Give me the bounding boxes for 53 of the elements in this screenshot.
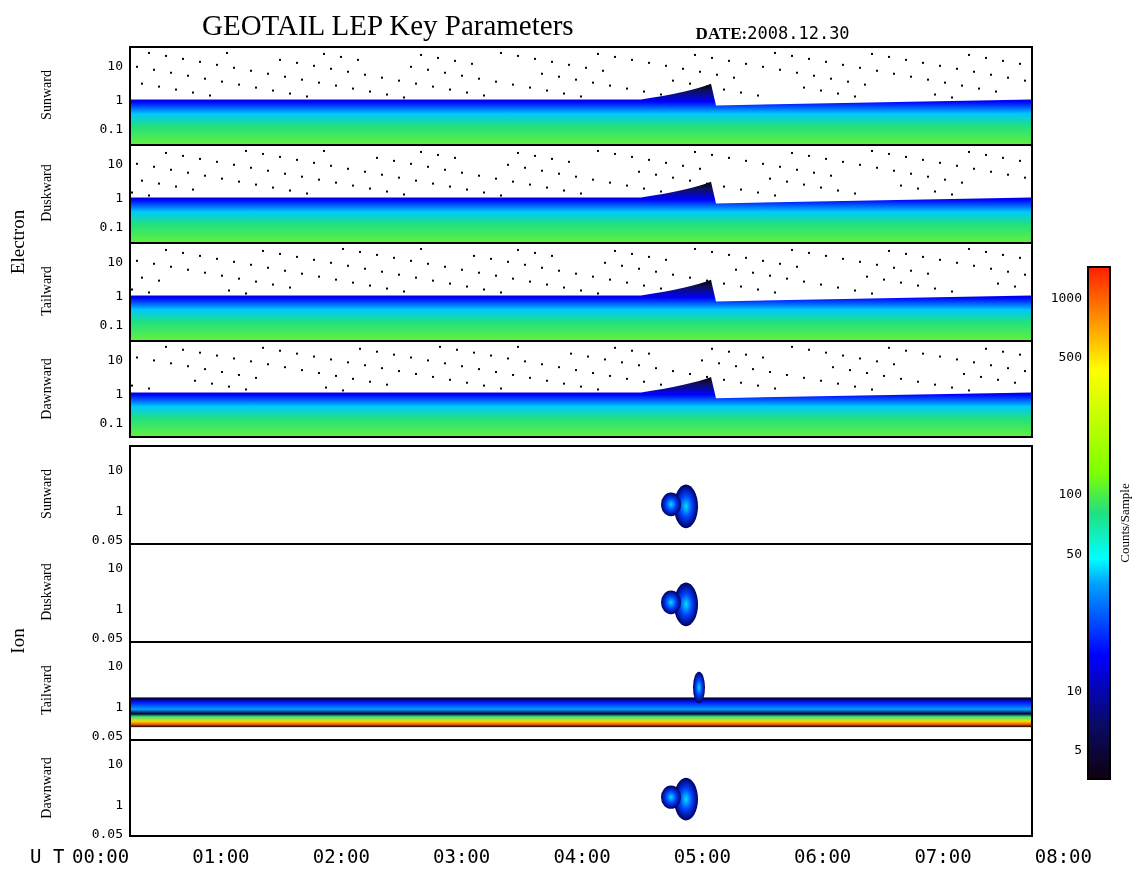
y-tick-label: 1 bbox=[115, 503, 123, 518]
y-tick-label: 0.1 bbox=[99, 416, 123, 431]
x-tick-label: 07:00 bbox=[914, 845, 972, 867]
direction-label: Tailward bbox=[39, 266, 55, 316]
y-tick-label: 0.05 bbox=[91, 729, 123, 744]
y-tick-label: 10 bbox=[107, 463, 123, 478]
colorbar-tick-label: 10 bbox=[1066, 683, 1082, 698]
y-tick-label: 10 bbox=[107, 561, 123, 576]
y-tick-label: 0.1 bbox=[99, 122, 123, 137]
y-tick-label: 10 bbox=[107, 352, 123, 367]
group-label: Electron bbox=[7, 209, 29, 275]
direction-label: Dawnward bbox=[39, 358, 55, 420]
x-tick-label: 03:00 bbox=[433, 845, 491, 867]
x-tick-label: 00:00 bbox=[72, 845, 130, 867]
colorbar-tick-label: 50 bbox=[1066, 546, 1082, 561]
colorbar-label: Counts/Sample bbox=[1117, 483, 1133, 563]
y-tick-label: 1 bbox=[115, 699, 123, 714]
x-tick-label: 02:00 bbox=[312, 845, 370, 867]
direction-label: Sunward bbox=[39, 469, 55, 519]
y-tick-label: 0.05 bbox=[91, 631, 123, 646]
colorbar-tick-label: 100 bbox=[1058, 487, 1082, 502]
y-tick-label: 1 bbox=[115, 797, 123, 812]
y-tick-label: 0.1 bbox=[99, 220, 123, 235]
date-label: DATE:2008.12.30 bbox=[695, 23, 850, 44]
x-tick-label: 08:00 bbox=[1034, 845, 1092, 867]
group-label: Ion bbox=[7, 628, 29, 654]
x-tick-label: 05:00 bbox=[673, 845, 731, 867]
colorbar-tick-label: 5 bbox=[1074, 743, 1082, 758]
direction-label: Tailward bbox=[39, 665, 55, 715]
chart-title: GEOTAIL LEP Key Parameters bbox=[202, 8, 574, 42]
x-tick-label: 01:00 bbox=[192, 845, 250, 867]
y-tick-label: 1 bbox=[115, 601, 123, 616]
y-tick-label: 10 bbox=[107, 254, 123, 269]
x-axis-label: U T bbox=[29, 845, 66, 867]
y-tick-label: 10 bbox=[107, 58, 123, 73]
direction-label: Duskward bbox=[39, 164, 55, 222]
y-tick-label: 0.1 bbox=[99, 318, 123, 333]
y-tick-label: 0.05 bbox=[91, 533, 123, 548]
x-tick-label: 06:00 bbox=[794, 845, 852, 867]
y-tick-label: 1 bbox=[115, 386, 123, 401]
y-tick-label: 10 bbox=[107, 659, 123, 674]
colorbar-tick-label: 500 bbox=[1058, 350, 1082, 364]
y-tick-label: 1 bbox=[115, 92, 123, 107]
colorbar-tick-label: 1000 bbox=[1050, 290, 1082, 305]
y-tick-label: 1 bbox=[115, 288, 123, 303]
x-tick-label: 04:00 bbox=[553, 845, 611, 867]
y-tick-label: 10 bbox=[107, 156, 123, 171]
y-tick-label: 10 bbox=[107, 757, 123, 772]
direction-label: Dawnward bbox=[39, 757, 55, 819]
y-tick-label: 1 bbox=[115, 190, 123, 205]
y-tick-label: 0.05 bbox=[91, 827, 123, 842]
direction-label: Duskward bbox=[39, 563, 55, 621]
direction-label: Sunward bbox=[39, 70, 55, 120]
